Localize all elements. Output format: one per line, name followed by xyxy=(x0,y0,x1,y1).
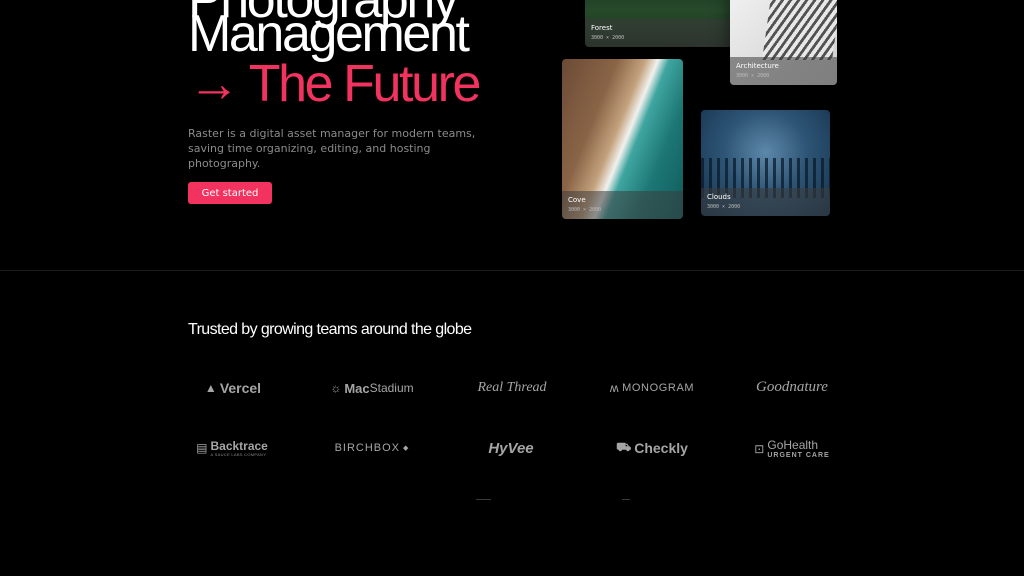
photo-name: Forest xyxy=(591,24,613,32)
logo-vercel: ▲ Vercel xyxy=(204,380,262,396)
photo-dimensions: 3000 × 2000 xyxy=(591,35,625,41)
photo-card-architecture[interactable]: Architecture 3000 × 2000 xyxy=(730,0,837,85)
logo-gohealth: ⊡ GoHealth URGENT CARE xyxy=(754,437,830,459)
photo-card-clouds[interactable]: Clouds 3000 × 2000 xyxy=(701,110,830,216)
hero-title-line2: Management xyxy=(188,5,470,63)
hero-title-line3: → The Future xyxy=(188,55,481,113)
photo-caption: Clouds 3000 × 2000 xyxy=(701,188,830,216)
photo-card-cove[interactable]: Cove 3000 × 2000 xyxy=(562,59,683,219)
logo-placeholder xyxy=(622,499,630,500)
trusted-heading: Trusted by growing teams around the glob… xyxy=(188,321,472,338)
photo-card-forest[interactable]: Forest 3000 × 2000 xyxy=(585,0,732,47)
photo-caption: Cove 3000 × 2000 xyxy=(562,191,683,219)
logo-backtrace: ▤ Backtrace A SAUCE LABS COMPANY xyxy=(196,438,268,457)
logo-birchbox: BIRCHBOX ◆ xyxy=(334,442,410,454)
diamond-icon: ◆ xyxy=(403,445,410,452)
logo-monogram: ʍ MONOGRAM xyxy=(609,381,695,395)
photo-dimensions: 3000 × 2000 xyxy=(736,73,770,79)
section-divider xyxy=(0,270,1024,271)
get-started-button[interactable]: Get started xyxy=(188,182,272,204)
photo-name: Cove xyxy=(568,196,586,204)
monogram-icon: ʍ xyxy=(609,381,620,395)
photo-caption: Forest 3000 × 2000 xyxy=(585,19,732,47)
photo-dimensions: 3000 × 2000 xyxy=(568,207,602,213)
logo-hyvee: HyVee xyxy=(488,439,534,457)
checkly-icon: ⛟ xyxy=(616,440,632,454)
sunburst-icon: ☼ xyxy=(330,381,342,395)
logo-goodnature: Goodnature xyxy=(756,378,828,395)
photo-dimensions: 3000 × 2000 xyxy=(707,204,741,210)
photo-caption: Architecture 3000 × 2000 xyxy=(730,57,837,85)
logo-checkly: ⛟ Checkly xyxy=(616,440,688,456)
backtrace-icon: ▤ xyxy=(196,441,208,455)
gohealth-icon: ⊡ xyxy=(754,442,765,456)
triangle-icon: ▲ xyxy=(204,381,217,395)
photo-name: Clouds xyxy=(707,193,731,201)
photo-name: Architecture xyxy=(736,62,779,70)
logo-macstadium: ☼ Mac Stadium xyxy=(330,380,414,396)
logo-placeholder xyxy=(476,499,491,500)
logo-real-thread: Real Thread xyxy=(477,380,547,395)
hero-description: Raster is a digital asset manager for mo… xyxy=(188,127,476,170)
